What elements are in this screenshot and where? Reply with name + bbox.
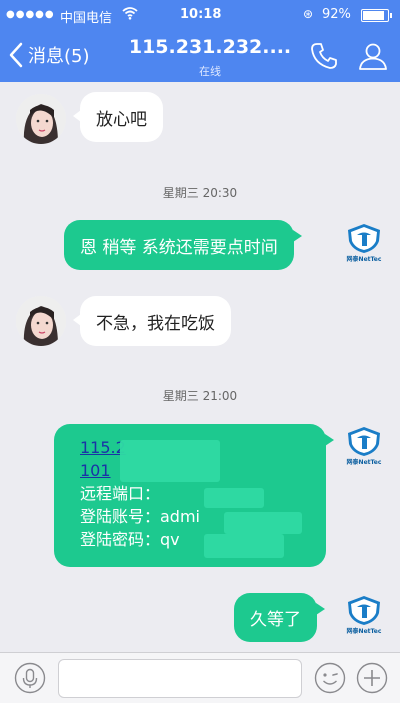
contact-avatar[interactable] [16, 296, 66, 346]
profile-button[interactable] [357, 40, 389, 72]
emoji-button[interactable] [314, 662, 346, 694]
redaction-mask [204, 488, 264, 508]
message-bubble[interactable]: 不急，我在吃饭 [73, 296, 231, 346]
redaction-mask [204, 534, 284, 558]
rotation-lock-icon: ⊛ [303, 7, 314, 21]
back-button[interactable]: 消息(5) [8, 40, 90, 70]
message-timestamp: 星期三 20:30 [162, 186, 238, 200]
sender-avatar[interactable]: 网泰NetTec [343, 222, 385, 270]
signal-strength-icon: ●●●●● [6, 9, 55, 20]
carrier-name: 中国电信 [60, 11, 113, 26]
message-list[interactable]: 放心吧 星期三 20:30 恩 稍等 系统还需要点时间 网泰NetTec 不急，… [0, 82, 400, 652]
redaction-mask [120, 440, 220, 482]
call-button[interactable] [308, 40, 340, 72]
chat-title: 115.231.232.... [128, 36, 292, 58]
battery-percentage: 92% [322, 7, 351, 22]
nettec-logo-icon [348, 224, 380, 253]
message-bubble[interactable]: 放心吧 [73, 92, 163, 142]
person-icon [359, 43, 387, 70]
sender-avatar[interactable]: 网泰NetTec [343, 425, 385, 473]
remote-port-line: 远程端口： [80, 484, 161, 503]
online-status: 在线 [199, 65, 221, 78]
chat-header: 消息(5) 115.231.232.... 在线 [0, 30, 400, 82]
voice-button[interactable] [14, 662, 46, 694]
sender-brand: 网泰NetTec [346, 459, 382, 466]
wifi-icon [122, 6, 138, 24]
message-text: 久等了 [250, 610, 301, 630]
status-time: 10:18 [180, 7, 222, 22]
message-bubble[interactable]: 恩 稍等 系统还需要点时间 [64, 220, 302, 270]
battery-icon [361, 9, 392, 22]
message-bubble[interactable]: 久等了 [234, 593, 325, 642]
back-label: 消息(5) [28, 46, 90, 67]
credentials-message-bubble[interactable]: 115.2 101 远程端口： 登陆账号：admi 登陆密码：qv [54, 424, 334, 567]
nettec-logo-icon [348, 427, 380, 456]
phone-icon [311, 43, 337, 69]
microphone-icon [14, 662, 46, 694]
contact-avatar[interactable] [16, 94, 66, 144]
sender-brand: 网泰NetTec [346, 256, 382, 263]
more-button[interactable] [356, 662, 388, 694]
message-input-bar [0, 652, 400, 703]
sender-brand: 网泰NetTec [346, 628, 382, 635]
emoji-icon [314, 662, 346, 694]
message-text: 恩 稍等 系统还需要点时间 [80, 237, 278, 258]
message-timestamp: 星期三 21:00 [162, 389, 238, 403]
redaction-mask [224, 512, 302, 534]
plus-icon [356, 662, 388, 694]
chevron-left-icon [9, 42, 23, 68]
nettec-logo-icon [348, 596, 380, 625]
message-input[interactable] [58, 659, 302, 698]
message-text: 不急，我在吃饭 [96, 313, 215, 334]
sender-avatar[interactable]: 网泰NetTec [343, 594, 385, 642]
status-bar: ●●●●● 中国电信 10:18 ⊛ 92% [0, 0, 400, 30]
message-text: 放心吧 [96, 109, 147, 130]
battery-level [363, 11, 385, 20]
